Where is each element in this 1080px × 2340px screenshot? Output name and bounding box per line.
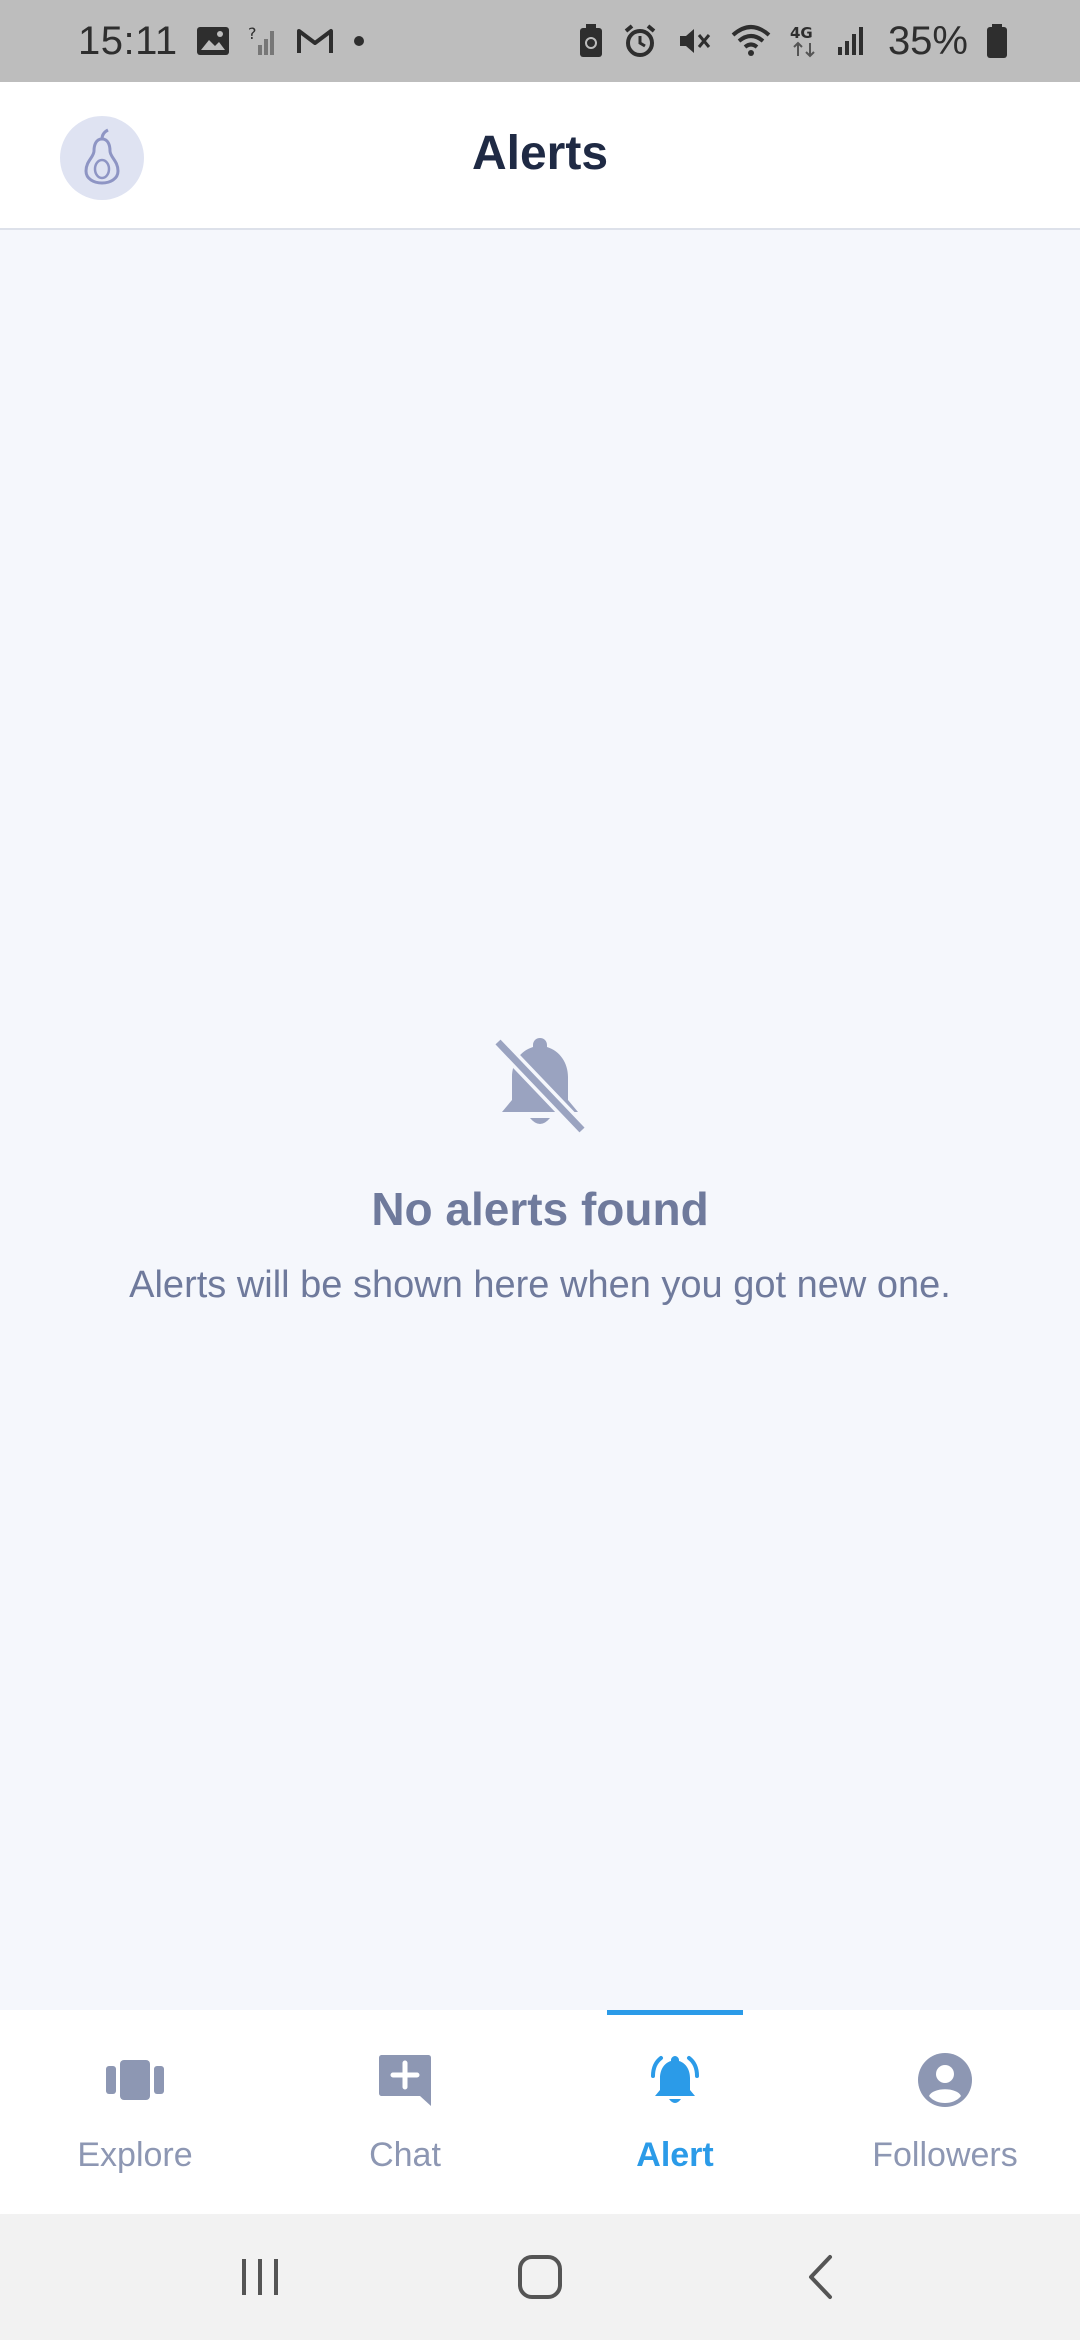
system-nav-bar <box>0 2214 1080 2340</box>
dot-icon <box>352 34 366 48</box>
bottom-nav: Explore Chat Alert Followers <box>0 2010 1080 2214</box>
app-header: Alerts <box>0 82 1080 230</box>
battery-percent: 35% <box>887 18 968 63</box>
status-bar: 15:11 ? 4G 35% <box>0 0 1080 82</box>
nav-label-explore: Explore <box>77 2136 193 2174</box>
active-tab-indicator <box>607 2010 743 2015</box>
nav-item-chat[interactable]: Chat <box>270 2010 540 2214</box>
alarm-icon <box>622 23 658 59</box>
home-icon[interactable] <box>500 2237 580 2317</box>
image-icon <box>196 26 230 56</box>
gmail-icon <box>296 27 334 55</box>
bell-off-icon <box>490 1030 590 1140</box>
nav-item-explore[interactable]: Explore <box>0 2010 270 2214</box>
svg-text:4G: 4G <box>790 24 813 42</box>
back-icon[interactable] <box>780 2237 860 2317</box>
nav-label-chat: Chat <box>369 2136 441 2174</box>
chat-add-icon <box>375 2050 435 2110</box>
empty-state: No alerts found Alerts will be shown her… <box>0 1030 1080 1307</box>
page-title: Alerts <box>471 127 609 180</box>
recent-apps-icon[interactable] <box>220 2237 300 2317</box>
nav-item-alert[interactable]: Alert <box>540 2010 810 2214</box>
user-circle-icon <box>915 2050 975 2110</box>
empty-state-title: No alerts found <box>371 1183 709 1235</box>
empty-state-subtitle: Alerts will be shown here when you got n… <box>129 1264 951 1306</box>
battery-saver-icon <box>578 23 604 59</box>
nav-label-alert: Alert <box>636 2136 714 2174</box>
nav-label-followers: Followers <box>872 2136 1018 2174</box>
battery-icon <box>986 23 1008 59</box>
nav-item-followers[interactable]: Followers <box>810 2010 1080 2214</box>
status-bar-right: 4G 35% <box>578 19 1008 64</box>
mute-icon <box>676 23 712 59</box>
4g-icon: 4G <box>790 23 818 59</box>
screen: 15:11 ? 4G 35% Alerts No alerts found Al… <box>0 0 1080 2340</box>
svg-text:?: ? <box>248 25 257 43</box>
signal-unknown-icon: ? <box>248 25 278 57</box>
wifi-icon <box>730 23 772 59</box>
bell-ringing-icon <box>645 2050 705 2110</box>
explore-cards-icon <box>105 2050 165 2110</box>
status-time: 15:11 <box>78 18 178 63</box>
status-bar-left: 15:11 ? <box>78 19 366 64</box>
signal-icon <box>836 25 866 57</box>
